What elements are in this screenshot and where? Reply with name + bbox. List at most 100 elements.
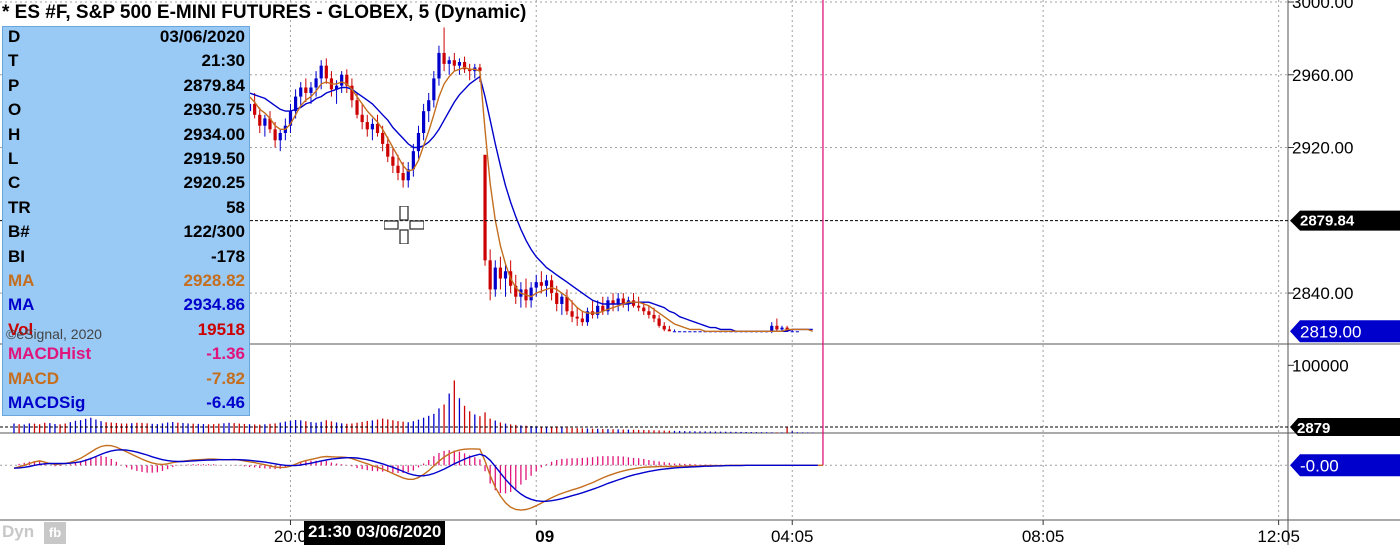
- candle-body: [401, 173, 405, 181]
- candle-body: [427, 100, 431, 112]
- candle-body: [693, 331, 697, 333]
- data-window-row: D 03/06/2020: [8, 27, 245, 51]
- data-window-row: MA 2934.86: [8, 295, 245, 319]
- candle-body: [616, 298, 620, 304]
- data-window-row: MA 2928.82: [8, 271, 245, 295]
- data-window-key: T: [8, 51, 19, 71]
- macd-signal-line: [13, 449, 818, 502]
- data-window-key: H: [8, 124, 21, 144]
- candle-body: [544, 280, 549, 286]
- candle-body: [575, 316, 579, 319]
- candle-body: [309, 87, 313, 93]
- candle-body: [340, 74, 344, 86]
- price-axis-label: 3000.00: [1292, 0, 1353, 12]
- time-axis-label: 04:05: [771, 527, 814, 545]
- data-window-key: MA: [8, 271, 35, 290]
- candle-body: [498, 267, 502, 279]
- time-axis-label: 08:05: [1022, 527, 1065, 545]
- data-window-key: TR: [8, 197, 31, 217]
- last-price-label: 2819.00: [1300, 322, 1361, 341]
- candle-body: [370, 123, 374, 130]
- candle-body: [698, 331, 702, 333]
- candle-body: [483, 154, 487, 261]
- candle-body: [263, 118, 267, 126]
- data-window-row: P 2879.84: [8, 76, 245, 100]
- candle-body: [396, 165, 400, 173]
- candle-body: [555, 293, 559, 304]
- candle-body: [637, 305, 641, 308]
- candle-body: [662, 325, 666, 330]
- data-window-value: 21:30: [201, 51, 245, 71]
- candle-body: [790, 331, 794, 333]
- data-window-row: MACDSig -6.46: [8, 393, 245, 417]
- candle-body: [375, 123, 380, 133]
- data-window-key: L: [8, 149, 19, 168]
- candle-body: [386, 143, 390, 157]
- candle-body: [452, 60, 456, 66]
- data-window-key: P: [8, 75, 20, 95]
- data-window-row: C 2920.25: [8, 173, 245, 197]
- candle-body: [780, 327, 784, 330]
- candle-body: [493, 267, 497, 290]
- price-axis-label: 2960.00: [1292, 66, 1353, 85]
- data-window-value: 2928.82: [183, 271, 245, 290]
- data-window-key: C: [8, 173, 21, 193]
- candle-body: [432, 78, 436, 101]
- candle-body: [324, 65, 328, 79]
- volume-axis-label: 100000: [1292, 356, 1349, 375]
- candle-body: [647, 311, 651, 315]
- candle-body: [642, 307, 646, 312]
- data-window-row: TR 58: [8, 198, 245, 222]
- candle-body: [273, 129, 277, 141]
- price-axis-label: 2840.00: [1292, 284, 1353, 303]
- candle-body: [422, 111, 426, 133]
- candle-body: [447, 60, 451, 64]
- time-axis-label: 12:05: [1257, 527, 1300, 545]
- candle-body: [550, 280, 554, 294]
- candle-body: [488, 260, 492, 290]
- candle-body: [534, 282, 538, 288]
- data-window-key: MA: [8, 295, 35, 315]
- candle-body: [381, 132, 385, 144]
- candle-body: [539, 282, 543, 286]
- data-window-value: 2919.50: [183, 149, 245, 168]
- data-window-row: L 2919.50: [8, 149, 245, 173]
- dynamic-mode-label[interactable]: Dyn: [2, 522, 34, 542]
- candle-body: [560, 296, 564, 304]
- data-window-row: BI -178: [8, 247, 245, 271]
- dynamic-mode-icon[interactable]: fb: [44, 522, 66, 544]
- candle-body: [775, 325, 779, 330]
- crosshair-cursor-icon: [384, 206, 424, 244]
- candle-body: [570, 311, 574, 317]
- data-window-value: -1.36: [206, 344, 245, 364]
- candle-body: [314, 78, 318, 88]
- candle-body: [683, 331, 687, 333]
- data-window-value: 03/06/2020: [159, 27, 245, 46]
- candle-body: [319, 65, 323, 79]
- data-window-value: 2934.00: [183, 124, 245, 144]
- candle-body: [672, 331, 677, 333]
- data-window-value: 2934.86: [183, 295, 245, 315]
- candle-body: [503, 271, 508, 279]
- candle-body: [299, 87, 303, 97]
- candle-body: [437, 52, 441, 79]
- candle-body: [667, 329, 671, 332]
- data-window-value: 122/300: [183, 222, 245, 242]
- candle-body: [529, 287, 533, 301]
- data-window-row: O 2930.75: [8, 100, 245, 124]
- candle-body: [304, 87, 308, 93]
- price-axis-label: 2920.00: [1292, 139, 1353, 158]
- candle-body: [278, 132, 282, 141]
- candle-body: [391, 156, 395, 166]
- candle-body: [795, 331, 799, 333]
- candle-body: [580, 318, 584, 323]
- data-window-value: -6.46: [206, 393, 245, 412]
- macd-value-label: -0.00: [1300, 456, 1339, 475]
- candle-body: [678, 331, 682, 333]
- data-window-value: 2879.84: [183, 75, 245, 95]
- chart-title: * ES #F, S&P 500 E-MINI FUTURES - GLOBEX…: [2, 2, 527, 23]
- data-window-row: B# 122/300: [8, 222, 245, 246]
- candle-body: [652, 314, 656, 319]
- data-window-key: MACDSig: [8, 393, 86, 412]
- candle-body: [253, 103, 257, 115]
